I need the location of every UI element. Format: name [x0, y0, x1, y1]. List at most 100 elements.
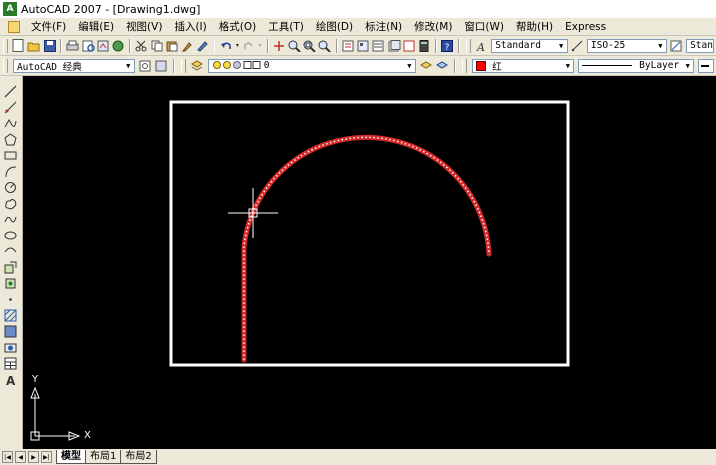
- linetype-select[interactable]: ByLayer ▼: [578, 58, 695, 73]
- redo-icon[interactable]: [242, 38, 255, 53]
- zoom-realtime-icon[interactable]: [288, 38, 301, 53]
- toolbar-grip[interactable]: [3, 58, 8, 73]
- block-editor-icon[interactable]: [196, 38, 209, 53]
- markup-icon[interactable]: [403, 38, 416, 53]
- print-preview-icon[interactable]: [81, 38, 95, 53]
- svg-text:?: ?: [445, 43, 450, 52]
- next-tab-icon[interactable]: ▶: [28, 451, 39, 463]
- menu-draw[interactable]: 绘图(D): [310, 19, 359, 34]
- tab-model[interactable]: 模型: [56, 450, 86, 464]
- table-style-icon[interactable]: [670, 38, 683, 53]
- drawing-canvas[interactable]: Y X: [23, 76, 716, 449]
- multiline-text-icon[interactable]: A: [3, 372, 18, 387]
- lineweight-select[interactable]: [698, 58, 714, 73]
- save-icon[interactable]: [43, 38, 56, 53]
- print-icon[interactable]: [66, 38, 79, 53]
- paste-icon[interactable]: [166, 38, 179, 53]
- document-icon[interactable]: [8, 20, 20, 33]
- my-workspace-icon[interactable]: [154, 58, 169, 73]
- polyline-icon[interactable]: [3, 116, 18, 131]
- 3d-dwf-icon[interactable]: [112, 38, 125, 53]
- menu-file[interactable]: 文件(F): [25, 19, 72, 34]
- toolbar-separator: [213, 38, 216, 53]
- menu-edit[interactable]: 编辑(E): [72, 19, 120, 34]
- text-style-select[interactable]: Standard ▼: [491, 38, 568, 53]
- layout-tab-bar: |◀ ◀ ▶ ▶| 模型 布局1 布局2: [0, 449, 716, 465]
- help-icon[interactable]: ?: [441, 38, 454, 53]
- cut-icon[interactable]: [135, 38, 148, 53]
- design-center-icon[interactable]: [357, 38, 370, 53]
- ucs-x-label: X: [84, 430, 91, 441]
- toolbar-grip[interactable]: [466, 38, 471, 53]
- first-tab-icon[interactable]: |◀: [2, 451, 13, 463]
- calculator-icon[interactable]: [418, 38, 431, 53]
- undo-icon[interactable]: [219, 38, 232, 53]
- menu-view[interactable]: 视图(V): [120, 19, 168, 34]
- rectangle-icon[interactable]: [3, 148, 18, 163]
- selected-arc-polyline[interactable]: [241, 134, 492, 363]
- toolbar-grip[interactable]: [181, 58, 187, 73]
- polygon-icon[interactable]: [3, 132, 18, 147]
- color-select[interactable]: 红 ▼: [472, 58, 575, 73]
- previous-tab-icon[interactable]: ◀: [15, 451, 26, 463]
- menu-insert[interactable]: 插入(I): [168, 19, 212, 34]
- menu-help[interactable]: 帮助(H): [510, 19, 559, 34]
- workspace-select[interactable]: AutoCAD 经典 ▼: [12, 58, 135, 73]
- layer-manager-icon[interactable]: [190, 58, 205, 73]
- point-icon[interactable]: [3, 292, 18, 307]
- tab-layout1[interactable]: 布局1: [85, 450, 122, 464]
- match-properties-icon[interactable]: [181, 38, 194, 53]
- arc-icon[interactable]: [3, 164, 18, 179]
- revision-cloud-icon[interactable]: [3, 196, 18, 211]
- new-icon[interactable]: [12, 38, 25, 53]
- open-icon[interactable]: [27, 38, 41, 53]
- pan-realtime-icon[interactable]: [273, 38, 286, 53]
- drawing-area[interactable]: [23, 76, 716, 449]
- table-style-select[interactable]: Stan: [686, 38, 714, 53]
- sheet-set-icon[interactable]: [387, 38, 400, 53]
- make-current-layer-icon[interactable]: [419, 58, 434, 73]
- toolbar-separator: [454, 58, 457, 73]
- toolbar-separator: [335, 38, 338, 53]
- dim-style-select[interactable]: ISO-25 ▼: [586, 38, 667, 53]
- layer-previous-icon[interactable]: [436, 58, 451, 73]
- last-tab-icon[interactable]: ▶|: [41, 451, 52, 463]
- menu-format[interactable]: 格式(O): [213, 19, 262, 34]
- make-block-icon[interactable]: [3, 276, 18, 291]
- circle-icon[interactable]: [3, 180, 18, 195]
- redo-dropdown-icon[interactable]: ▾: [257, 38, 262, 53]
- tool-palettes-icon[interactable]: [372, 38, 385, 53]
- menu-express[interactable]: Express: [559, 21, 612, 33]
- undo-dropdown-icon[interactable]: ▾: [235, 38, 240, 53]
- hatch-icon[interactable]: [3, 308, 18, 323]
- menu-modify[interactable]: 修改(M): [408, 19, 458, 34]
- insert-block-icon[interactable]: [3, 260, 18, 275]
- menu-window[interactable]: 窗口(W): [458, 19, 510, 34]
- menu-bar: 文件(F) 编辑(E) 视图(V) 插入(I) 格式(O) 工具(T) 绘图(D…: [0, 18, 716, 36]
- dim-style-icon[interactable]: [571, 38, 584, 53]
- menu-dimension[interactable]: 标注(N): [359, 19, 408, 34]
- zoom-previous-icon[interactable]: [318, 38, 332, 53]
- text-style-icon[interactable]: A: [475, 38, 488, 53]
- workspace-settings-icon[interactable]: [138, 58, 153, 73]
- construction-line-icon[interactable]: [3, 100, 18, 115]
- zoom-window-icon[interactable]: [303, 38, 316, 53]
- table-icon[interactable]: [3, 356, 18, 371]
- drawing-frame[interactable]: [169, 100, 570, 367]
- layer-select[interactable]: 0 ▼: [207, 58, 416, 73]
- line-icon[interactable]: [3, 84, 18, 99]
- region-icon[interactable]: [3, 340, 18, 355]
- draw-toolbar: A: [0, 76, 23, 451]
- spline-icon[interactable]: [3, 212, 18, 227]
- toolbar-grip[interactable]: [462, 58, 468, 73]
- copy-icon[interactable]: [150, 38, 163, 53]
- gradient-icon[interactable]: [3, 324, 18, 339]
- properties-icon[interactable]: [342, 38, 355, 53]
- toolbar-separator: [266, 38, 269, 53]
- ellipse-icon[interactable]: [3, 228, 18, 243]
- toolbar-grip[interactable]: [3, 38, 8, 53]
- publish-icon[interactable]: [97, 38, 110, 53]
- tab-layout2[interactable]: 布局2: [120, 450, 157, 464]
- menu-tools[interactable]: 工具(T): [262, 19, 310, 34]
- ellipse-arc-icon[interactable]: [3, 244, 18, 259]
